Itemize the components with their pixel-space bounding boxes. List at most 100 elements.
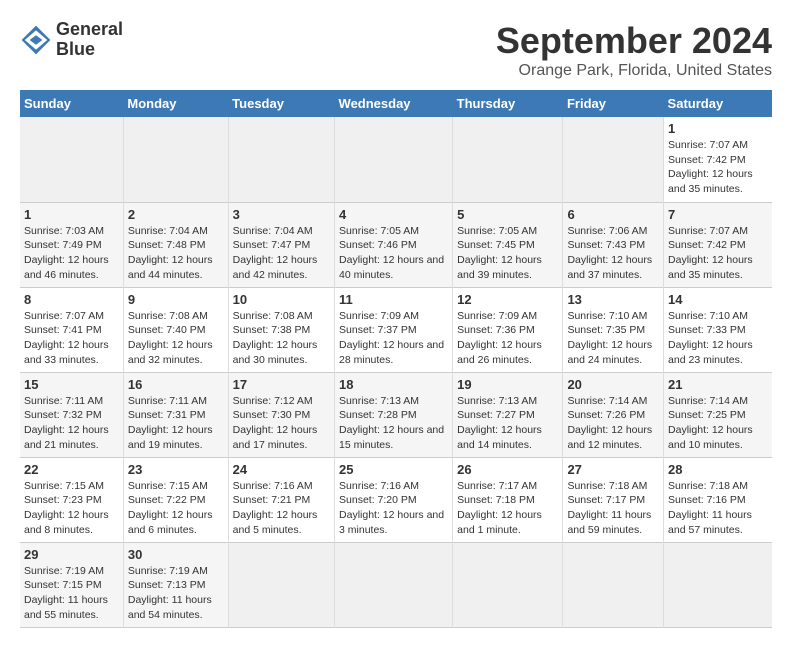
day-number: 21 — [668, 377, 768, 392]
calendar-cell: 11Sunrise: 7:09 AMSunset: 7:37 PMDayligh… — [335, 287, 453, 372]
calendar-cell — [228, 117, 334, 202]
calendar-cell — [228, 542, 334, 627]
day-info: Sunrise: 7:18 AMSunset: 7:16 PMDaylight:… — [668, 479, 768, 538]
week-row-4: 15 Sunrise: 7:11 AMSunset: 7:32 PMDayligh… — [20, 372, 772, 457]
week-row-2: 1 Sunrise: 7:03 AMSunset: 7:49 PMDaylight… — [20, 202, 772, 287]
calendar-cell: 22 Sunrise: 7:15 AMSunset: 7:23 PMDayligh… — [20, 457, 123, 542]
header-thursday: Thursday — [453, 90, 563, 117]
day-number: 24 — [233, 462, 330, 477]
day-number: 11 — [339, 292, 448, 307]
day-info: Sunrise: 7:18 AMSunset: 7:17 PMDaylight:… — [567, 479, 659, 538]
day-number: 5 — [457, 207, 558, 222]
day-number: 1 — [668, 121, 768, 136]
day-info: Sunrise: 7:07 AMSunset: 7:42 PMDaylight:… — [668, 224, 768, 283]
calendar-cell — [563, 542, 664, 627]
day-number: 26 — [457, 462, 558, 477]
day-number: 8 — [24, 292, 119, 307]
week-row-3: 8 Sunrise: 7:07 AMSunset: 7:41 PMDaylight… — [20, 287, 772, 372]
day-number: 15 — [24, 377, 119, 392]
day-info: Sunrise: 7:15 AMSunset: 7:22 PMDaylight:… — [128, 479, 224, 538]
calendar-cell — [123, 117, 228, 202]
day-number: 1 — [24, 207, 119, 222]
logo-text: General Blue — [56, 20, 123, 60]
calendar-cell — [453, 542, 563, 627]
day-number: 16 — [128, 377, 224, 392]
day-info: Sunrise: 7:11 AMSunset: 7:31 PMDaylight:… — [128, 394, 224, 453]
day-number: 3 — [233, 207, 330, 222]
day-info: Sunrise: 7:15 AMSunset: 7:23 PMDaylight:… — [24, 479, 119, 538]
day-number: 13 — [567, 292, 659, 307]
day-number: 14 — [668, 292, 768, 307]
day-number: 22 — [24, 462, 119, 477]
day-info: Sunrise: 7:05 AMSunset: 7:45 PMDaylight:… — [457, 224, 558, 283]
day-info: Sunrise: 7:04 AMSunset: 7:47 PMDaylight:… — [233, 224, 330, 283]
calendar-header-row: SundayMondayTuesdayWednesdayThursdayFrid… — [20, 90, 772, 117]
calendar-cell: 10 Sunrise: 7:08 AMSunset: 7:38 PMDayligh… — [228, 287, 334, 372]
day-number: 2 — [128, 207, 224, 222]
day-info: Sunrise: 7:10 AMSunset: 7:35 PMDaylight:… — [567, 309, 659, 368]
day-number: 17 — [233, 377, 330, 392]
day-info: Sunrise: 7:04 AMSunset: 7:48 PMDaylight:… — [128, 224, 224, 283]
day-info: Sunrise: 7:05 AMSunset: 7:46 PMDaylight:… — [339, 224, 448, 283]
calendar-cell: 18Sunrise: 7:13 AMSunset: 7:28 PMDayligh… — [335, 372, 453, 457]
calendar-cell: 29 Sunrise: 7:19 AMSunset: 7:15 PMDayligh… — [20, 542, 123, 627]
calendar-cell: 2 Sunrise: 7:04 AMSunset: 7:48 PMDaylight… — [123, 202, 228, 287]
day-number: 20 — [567, 377, 659, 392]
day-number: 29 — [24, 547, 119, 562]
calendar-cell — [335, 542, 453, 627]
calendar-cell: 16 Sunrise: 7:11 AMSunset: 7:31 PMDayligh… — [123, 372, 228, 457]
day-info: Sunrise: 7:12 AMSunset: 7:30 PMDaylight:… — [233, 394, 330, 453]
calendar-cell: 8 Sunrise: 7:07 AMSunset: 7:41 PMDaylight… — [20, 287, 123, 372]
week-row-1: 1 Sunrise: 7:07 AMSunset: 7:42 PMDaylight… — [20, 117, 772, 202]
header-wednesday: Wednesday — [335, 90, 453, 117]
day-info: Sunrise: 7:07 AMSunset: 7:42 PMDaylight:… — [668, 138, 768, 197]
main-title: September 2024 — [496, 20, 772, 62]
calendar-cell: 30Sunrise: 7:19 AMSunset: 7:13 PMDayligh… — [123, 542, 228, 627]
calendar-cell: 1 Sunrise: 7:03 AMSunset: 7:49 PMDaylight… — [20, 202, 123, 287]
calendar-cell: 6Sunrise: 7:06 AMSunset: 7:43 PMDaylight… — [563, 202, 664, 287]
header-tuesday: Tuesday — [228, 90, 334, 117]
calendar-cell — [453, 117, 563, 202]
day-number: 9 — [128, 292, 224, 307]
day-info: Sunrise: 7:13 AMSunset: 7:27 PMDaylight:… — [457, 394, 558, 453]
page-header: General Blue September 2024 Orange Park,… — [20, 20, 772, 80]
calendar-cell: 26 Sunrise: 7:17 AMSunset: 7:18 PMDayligh… — [453, 457, 563, 542]
day-info: Sunrise: 7:16 AMSunset: 7:21 PMDaylight:… — [233, 479, 330, 538]
calendar-cell: 28Sunrise: 7:18 AMSunset: 7:16 PMDayligh… — [664, 457, 772, 542]
calendar-cell: 1 Sunrise: 7:07 AMSunset: 7:42 PMDaylight… — [664, 117, 772, 202]
day-number: 7 — [668, 207, 768, 222]
header-friday: Friday — [563, 90, 664, 117]
header-saturday: Saturday — [664, 90, 772, 117]
calendar-cell: 13 Sunrise: 7:10 AMSunset: 7:35 PMDayligh… — [563, 287, 664, 372]
day-number: 19 — [457, 377, 558, 392]
day-info: Sunrise: 7:17 AMSunset: 7:18 PMDaylight:… — [457, 479, 558, 538]
day-info: Sunrise: 7:16 AMSunset: 7:20 PMDaylight:… — [339, 479, 448, 538]
day-number: 12 — [457, 292, 558, 307]
day-info: Sunrise: 7:07 AMSunset: 7:41 PMDaylight:… — [24, 309, 119, 368]
calendar-cell: 19 Sunrise: 7:13 AMSunset: 7:27 PMDayligh… — [453, 372, 563, 457]
calendar-cell: 17 Sunrise: 7:12 AMSunset: 7:30 PMDayligh… — [228, 372, 334, 457]
calendar-cell — [20, 117, 123, 202]
day-info: Sunrise: 7:03 AMSunset: 7:49 PMDaylight:… — [24, 224, 119, 283]
week-row-6: 29 Sunrise: 7:19 AMSunset: 7:15 PMDayligh… — [20, 542, 772, 627]
calendar-cell — [335, 117, 453, 202]
day-info: Sunrise: 7:11 AMSunset: 7:32 PMDaylight:… — [24, 394, 119, 453]
day-number: 27 — [567, 462, 659, 477]
header-monday: Monday — [123, 90, 228, 117]
calendar-cell: 3 Sunrise: 7:04 AMSunset: 7:47 PMDaylight… — [228, 202, 334, 287]
day-info: Sunrise: 7:14 AMSunset: 7:25 PMDaylight:… — [668, 394, 768, 453]
day-info: Sunrise: 7:10 AMSunset: 7:33 PMDaylight:… — [668, 309, 768, 368]
day-info: Sunrise: 7:19 AMSunset: 7:15 PMDaylight:… — [24, 564, 119, 623]
day-info: Sunrise: 7:13 AMSunset: 7:28 PMDaylight:… — [339, 394, 448, 453]
logo: General Blue — [20, 20, 123, 60]
day-info: Sunrise: 7:08 AMSunset: 7:38 PMDaylight:… — [233, 309, 330, 368]
subtitle: Orange Park, Florida, United States — [496, 62, 772, 80]
calendar-cell: 9Sunrise: 7:08 AMSunset: 7:40 PMDaylight… — [123, 287, 228, 372]
calendar-cell: 24 Sunrise: 7:16 AMSunset: 7:21 PMDayligh… — [228, 457, 334, 542]
day-number: 23 — [128, 462, 224, 477]
calendar-cell — [563, 117, 664, 202]
calendar-cell: 7 Sunrise: 7:07 AMSunset: 7:42 PMDaylight… — [664, 202, 772, 287]
calendar-cell: 15 Sunrise: 7:11 AMSunset: 7:32 PMDayligh… — [20, 372, 123, 457]
calendar-table: SundayMondayTuesdayWednesdayThursdayFrid… — [20, 90, 772, 628]
day-number: 10 — [233, 292, 330, 307]
